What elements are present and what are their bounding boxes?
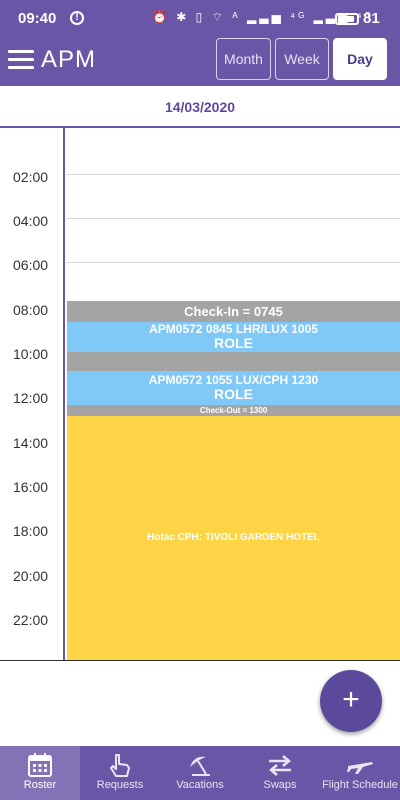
nav-roster[interactable]: Roster <box>0 746 80 800</box>
event-check-out[interactable]: Check-Out = 1300 <box>67 405 400 416</box>
event-flight[interactable]: APM0572 0845 LHR/LUX 1005 ROLE <box>67 322 400 352</box>
nav-label: Flight Schedule <box>322 779 398 791</box>
hand-pointer-icon <box>110 754 130 777</box>
time-label: 14:00 <box>13 435 49 451</box>
add-event-button[interactable]: + <box>320 670 382 732</box>
umbrella-icon <box>190 756 210 776</box>
hour-gridline <box>66 218 400 219</box>
menu-icon[interactable] <box>8 50 34 72</box>
time-label: 10:00 <box>13 346 49 362</box>
hour-gridline <box>66 174 400 175</box>
event-hotel[interactable]: Hotac CPH: TIVOLI GARDEN HOTEL <box>67 416 400 660</box>
event-title: APM0572 0845 LHR/LUX 1005 <box>149 322 318 336</box>
status-time: 09:40 <box>18 10 57 27</box>
time-label: 02:00 <box>13 169 49 185</box>
time-label: 06:00 <box>13 257 49 273</box>
time-column: 02:00 04:00 06:00 08:00 10:00 12:00 14:0… <box>0 128 65 660</box>
nav-label: Roster <box>23 779 57 791</box>
event-subtitle: ROLE <box>214 335 253 351</box>
nav-flight-schedule[interactable]: Flight Schedule <box>320 746 400 800</box>
app-bar: APM Month Week Day <box>0 38 400 86</box>
time-label: 18:00 <box>13 523 49 539</box>
event-title: Check-Out = 1300 <box>199 406 268 415</box>
month-view-button[interactable]: Month <box>216 38 271 80</box>
event-title: Check-In = 0745 <box>184 304 283 319</box>
date-header[interactable]: 14/03/2020 <box>0 86 400 128</box>
event-gap <box>67 352 400 371</box>
event-title: Hotac CPH: TIVOLI GARDEN HOTEL <box>147 532 320 543</box>
calendar-icon <box>28 753 52 777</box>
time-label: 08:00 <box>13 302 49 318</box>
status-bar: 09:40 ! ⏰ ✱ ▯ ⌔ ᴬ ▂▃▅ ⁴ᴳ ▂▃▅ ⁴ᴳ 81 <box>0 0 400 40</box>
event-flight[interactable]: APM0572 1055 LUX/CPH 1230 ROLE <box>67 371 400 405</box>
nav-requests[interactable]: Requests <box>80 746 160 800</box>
time-label: 04:00 <box>13 213 49 229</box>
nav-label: Vacations <box>176 779 224 791</box>
bottom-navigation: Roster Requests Vacations Swaps Flight S… <box>0 746 400 800</box>
time-label: 20:00 <box>13 568 49 584</box>
event-check-in[interactable]: Check-In = 0745 <box>67 301 400 322</box>
day-view-button[interactable]: Day <box>333 38 387 80</box>
nav-label: Requests <box>96 779 144 791</box>
app-title: APM <box>41 46 97 73</box>
airplane-icon <box>347 762 373 774</box>
swap-arrows-icon <box>269 755 291 776</box>
hour-gridline <box>66 262 400 263</box>
time-label: 16:00 <box>13 479 49 495</box>
nav-swaps[interactable]: Swaps <box>240 746 320 800</box>
alert-icon: ! <box>70 11 84 25</box>
time-label: 22:00 <box>13 612 49 628</box>
battery-icon <box>335 13 359 25</box>
event-title: APM0572 1055 LUX/CPH 1230 <box>148 373 319 387</box>
time-label: 12:00 <box>13 390 49 406</box>
event-subtitle: ROLE <box>214 386 253 402</box>
nav-label: Swaps <box>263 779 297 791</box>
nav-vacations[interactable]: Vacations <box>160 746 240 800</box>
battery-level: 81 <box>363 10 380 27</box>
week-view-button[interactable]: Week <box>275 38 329 80</box>
day-calendar[interactable]: 02:00 04:00 06:00 08:00 10:00 12:00 14:0… <box>0 128 400 660</box>
